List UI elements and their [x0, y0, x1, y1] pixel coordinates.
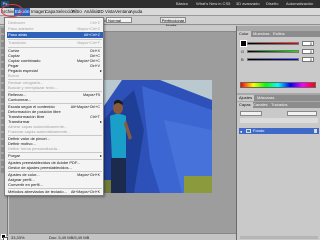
green-label: G: [241, 49, 245, 54]
menu-item-label: Definir forma personalizada...: [8, 146, 61, 151]
green-value-field[interactable]: 0: [302, 49, 314, 54]
menu-item-label: Deshacer: [8, 20, 26, 25]
layers-footer: [240, 236, 318, 239]
workspace-automation[interactable]: Automatización: [286, 0, 313, 8]
menu-item-label: Métodos abreviados de teclado...: [8, 189, 67, 194]
menu-item-label: Fusionar capas automáticamente...: [8, 129, 71, 134]
canvas-photo: [104, 80, 212, 193]
layer-thumbnail: [246, 129, 251, 133]
menu-item-label: Contornear...: [8, 97, 32, 102]
lock-icon: [314, 129, 317, 133]
menu-item-label: Transición: [8, 40, 27, 45]
tab-adjustments[interactable]: Ajustes: [237, 95, 255, 101]
style-select[interactable]: Normal: [106, 17, 132, 23]
blue-slider[interactable]: [247, 58, 299, 61]
menu-item-label: Purgar: [8, 153, 21, 158]
status-bar: 33,33% Doc: 5,49 MB/5,49 MB: [9, 233, 236, 240]
application-bar: Ps Básico What's New in CS5 3D avanzado …: [0, 0, 320, 8]
menu-item-fade[interactable]: Transición Mayús+Ctrl+F: [7, 40, 103, 46]
menu-bar: Archivo Edición Imagen Capa Selección Fi…: [0, 8, 320, 16]
menu-help[interactable]: Ayuda: [129, 8, 143, 16]
menu-filter[interactable]: Filtro: [71, 8, 83, 16]
menu-item-label: Buscar y reemplazar texto...: [8, 85, 58, 90]
annotation-highlight-ellipse: [1, 4, 23, 17]
document-size: Doc: 5,49 MB/5,49 MB: [49, 235, 90, 240]
blue-value-field[interactable]: 0: [302, 57, 314, 62]
tent-photo-image: [104, 80, 212, 193]
layer-name: Fondo: [253, 128, 265, 133]
tab-masks[interactable]: Máscaras: [255, 95, 276, 101]
lock-options-row[interactable]: [240, 118, 318, 123]
red-value-field[interactable]: 0: [302, 41, 314, 46]
menu-item-label: Paso adelante: [8, 26, 34, 31]
edit-menu-dropdown: Deshacer Ctrl+Z Paso adelante Mayús+Ctrl+Z…: [4, 17, 104, 196]
panel-dock: Color Muestras Estilos R 0 G 0 B 0 Ajust…: [236, 26, 320, 240]
menu-item-label: Paso atrás: [8, 32, 28, 37]
menu-item-shortcut: Alt+Ctrl+Z: [83, 33, 100, 37]
workspace-design[interactable]: Diseño: [266, 0, 278, 8]
blue-label: B: [241, 57, 244, 62]
workspace-whats-new[interactable]: What's New in CS5: [196, 0, 230, 8]
menu-item-label: Convertir en perfil...: [8, 182, 43, 187]
workspace-basic[interactable]: Básico: [176, 0, 188, 8]
workspace-3d[interactable]: 3D avanzado: [236, 0, 260, 8]
red-label: R: [241, 41, 244, 46]
layer-row-background[interactable]: ● Fondo: [239, 128, 319, 134]
color-spectrum-bar[interactable]: [240, 82, 316, 88]
photoshop-window: Ps Básico What's New in CS5 3D avanzado …: [0, 0, 320, 240]
adjustments-panel-tabs: Ajustes Máscaras: [237, 95, 320, 101]
menu-item-shortcut: Alt+Mayús+Ctrl+K: [70, 190, 100, 194]
blend-mode-select[interactable]: [240, 111, 262, 116]
opacity-field[interactable]: [287, 111, 317, 116]
menu-item-label: Borrar: [8, 73, 20, 78]
refine-edge-button[interactable]: Perfeccionar borde...: [160, 17, 186, 28]
green-slider[interactable]: [247, 50, 299, 53]
red-slider[interactable]: [247, 42, 299, 45]
menu-item-label: Gestor de ajustes preestablecidos...: [8, 165, 72, 170]
menu-item-shortcut: Mayús+Ctrl+F: [77, 41, 100, 45]
eye-icon[interactable]: ●: [240, 129, 242, 134]
menu-item-keyboard-shortcuts[interactable]: Métodos abreviados de teclado... Alt+Mayú…: [7, 189, 103, 195]
menu-item-step-backward[interactable]: Paso atrás Alt+Ctrl+Z: [7, 32, 103, 38]
zoom-level[interactable]: 33,33%: [11, 235, 25, 240]
